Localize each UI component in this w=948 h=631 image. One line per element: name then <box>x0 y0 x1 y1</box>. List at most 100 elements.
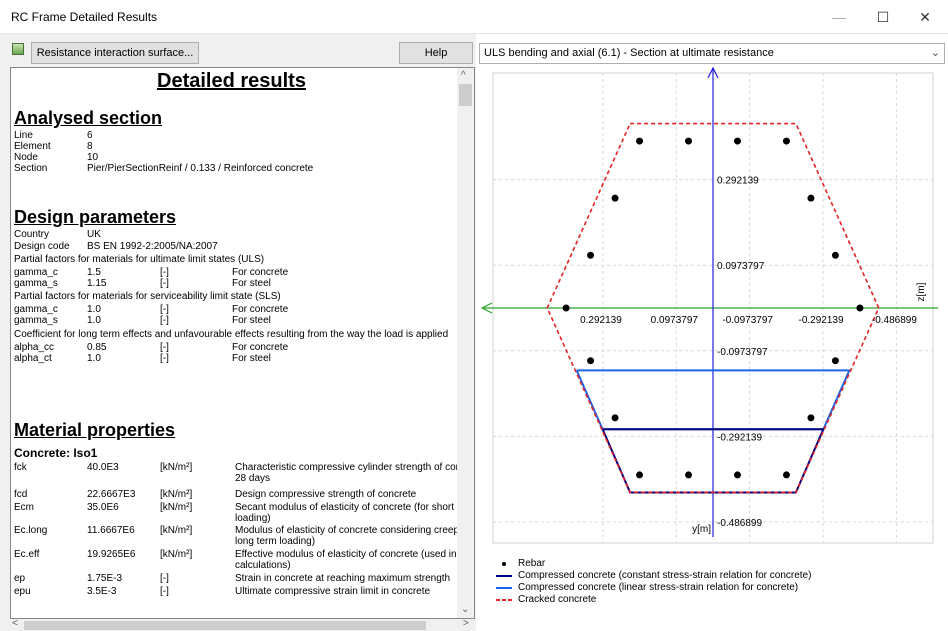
material-properties-heading: Material properties <box>14 420 176 440</box>
design-row-cell: UK <box>87 229 101 240</box>
coef-row-cell: [-] <box>160 353 169 364</box>
rebar-point <box>636 137 644 145</box>
y-tick-label: 0.292139 <box>717 176 759 187</box>
material-cell: Ec.long <box>14 525 48 536</box>
coef-row-cell: For steel <box>232 353 271 364</box>
rebar-point <box>807 414 815 422</box>
material-cell: 19.9265E6 <box>87 549 136 560</box>
material-cell: Design compressive strength of concrete <box>235 489 417 500</box>
material-cell: fcd <box>14 489 28 500</box>
minimize-icon[interactable]: — <box>816 0 862 34</box>
y-tick-label: 0.0973797 <box>717 261 765 272</box>
legend-label: Compressed concrete (linear stress-strai… <box>518 582 799 593</box>
material-cell: [kN/m²] <box>160 462 193 473</box>
resistance-surface-button[interactable]: Resistance interaction surface... <box>31 42 199 64</box>
scroll-up-icon[interactable]: ^ <box>461 70 466 81</box>
material-cell: [-] <box>160 586 169 597</box>
material-cell: [kN/m²] <box>160 525 193 536</box>
sls-row-cell: [-] <box>160 315 169 326</box>
material-cell: 1.75E-3 <box>87 573 123 584</box>
material-cell: 40.0E3 <box>87 462 119 473</box>
scroll-down-icon[interactable]: ⌄ <box>461 604 469 615</box>
design-row-cell: Country <box>14 229 50 240</box>
scroll-right-icon[interactable]: > <box>463 618 469 629</box>
coef-row-cell: alpha_ct <box>14 353 52 364</box>
z-axis-label: z[m] <box>916 282 927 301</box>
material-cell: [kN/m²] <box>160 489 193 500</box>
sls-row-cell: For steel <box>232 315 271 326</box>
analysed-section-heading: Analysed section <box>14 108 163 128</box>
uls-row-cell: gamma_s <box>14 278 58 289</box>
material-cell: Ultimate compressive strain limit in con… <box>235 586 431 597</box>
results-pane: Resistance interaction surface... Help D… <box>0 34 475 631</box>
design-row-cell: Design code <box>14 241 70 252</box>
rebar-point <box>685 471 693 479</box>
analysed-row-cell: Section <box>14 163 48 174</box>
legend-label: Cracked concrete <box>518 594 597 605</box>
rebar-point <box>831 251 839 259</box>
material-cell: epu <box>14 586 31 597</box>
rebar-point <box>685 137 693 145</box>
rebar-point <box>611 194 619 202</box>
material-cell: 35.0E6 <box>87 502 119 513</box>
design-parameters-heading: Design parameters <box>14 207 177 227</box>
coef-row-cell: 1.0 <box>87 353 101 364</box>
sls-note: Partial factors for materials for servic… <box>14 291 281 302</box>
material-cell: 22.6667E3 <box>87 489 136 500</box>
material-cell: 11.6667E6 <box>87 525 135 536</box>
rebar-point <box>733 137 741 145</box>
material-cell: 28 days <box>235 473 271 484</box>
export-icon[interactable] <box>12 43 24 55</box>
vertical-scrollbar[interactable]: ^ ⌄ <box>457 68 474 618</box>
x-tick-label: -0.0973797 <box>722 315 773 326</box>
results-document[interactable]: Detailed results Analysed section Line 6 E… <box>10 67 475 619</box>
help-button[interactable]: Help <box>399 42 473 64</box>
legend-swatch <box>496 599 512 601</box>
rebar-point <box>733 471 741 479</box>
material-cell: fck <box>14 462 27 473</box>
material-cell: [-] <box>160 573 169 584</box>
rebar-point <box>562 304 570 312</box>
rebar-point <box>587 357 595 365</box>
uls-row-cell: 1.15 <box>87 278 107 289</box>
rebar-point <box>856 304 864 312</box>
chart-pane: ULS bending and axial (6.1) - Section at… <box>476 34 948 631</box>
material-cell: Ec.eff <box>14 549 40 560</box>
hscroll-thumb[interactable] <box>24 621 426 630</box>
y-axis-label: y[m] <box>692 524 711 535</box>
scroll-left-icon[interactable]: < <box>12 618 18 629</box>
close-icon[interactable]: ✕ <box>902 0 948 34</box>
x-tick-label: 0.292139 <box>580 315 622 326</box>
material-cell: Strain in concrete at reaching maximum s… <box>235 573 451 584</box>
concrete-subheading: Concrete: Iso1 <box>14 446 98 460</box>
x-tick-label: -0.292139 <box>799 315 844 326</box>
material-cell: ep <box>14 573 26 584</box>
title-bar: RC Frame Detailed Results — ☐ ✕ <box>0 0 948 34</box>
rebar-point <box>611 414 619 422</box>
legend-label: Compressed concrete (constant stress-str… <box>518 570 812 581</box>
y-tick-label: -0.292139 <box>717 432 762 443</box>
material-cell: 3.5E-3 <box>87 586 117 597</box>
material-cell: calculations) <box>235 560 291 571</box>
legend-label: Rebar <box>518 558 546 569</box>
scroll-thumb[interactable] <box>459 84 472 106</box>
material-cell: Ecm <box>14 502 34 513</box>
y-tick-label: -0.0973797 <box>717 347 768 358</box>
legend-swatch <box>502 562 506 566</box>
uls-row-cell: For steel <box>232 278 271 289</box>
y-tick-label: -0.486899 <box>717 518 762 529</box>
analysed-row-cell: Pier/PierSectionReinf / 0.133 / Reinforc… <box>87 163 314 174</box>
window-title: RC Frame Detailed Results <box>11 10 158 24</box>
legend-swatch <box>496 575 512 577</box>
toolbar: Resistance interaction surface... Help <box>0 34 475 64</box>
coef-note: Coefficient for long term effects and un… <box>14 329 449 340</box>
rebar-point <box>807 194 815 202</box>
rebar-point <box>636 471 644 479</box>
horizontal-scrollbar[interactable]: < > <box>10 618 475 631</box>
material-cell: long term loading) <box>235 536 316 547</box>
material-cell: [kN/m²] <box>160 549 193 560</box>
doc-title: Detailed results <box>157 70 306 92</box>
maximize-icon[interactable]: ☐ <box>860 0 906 34</box>
material-cell: [kN/m²] <box>160 502 193 513</box>
sls-row-cell: 1.0 <box>87 315 101 326</box>
